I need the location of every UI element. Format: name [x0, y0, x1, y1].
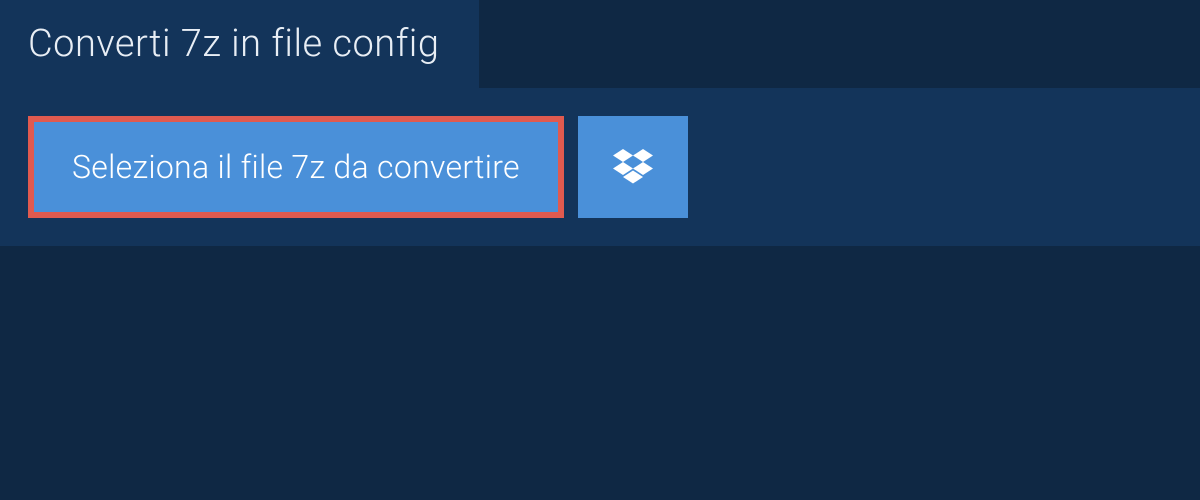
button-row: Seleziona il file 7z da convertire [28, 116, 1172, 218]
select-file-button[interactable]: Seleziona il file 7z da convertire [28, 116, 564, 218]
tab-header: Converti 7z in file config [0, 0, 479, 88]
dropbox-button[interactable] [578, 116, 688, 218]
select-file-label: Seleziona il file 7z da convertire [72, 148, 520, 186]
spacer [0, 246, 1200, 446]
tab-title: Converti 7z in file config [28, 22, 439, 66]
content-panel: Seleziona il file 7z da convertire [0, 88, 1200, 246]
dropbox-icon [613, 149, 653, 185]
